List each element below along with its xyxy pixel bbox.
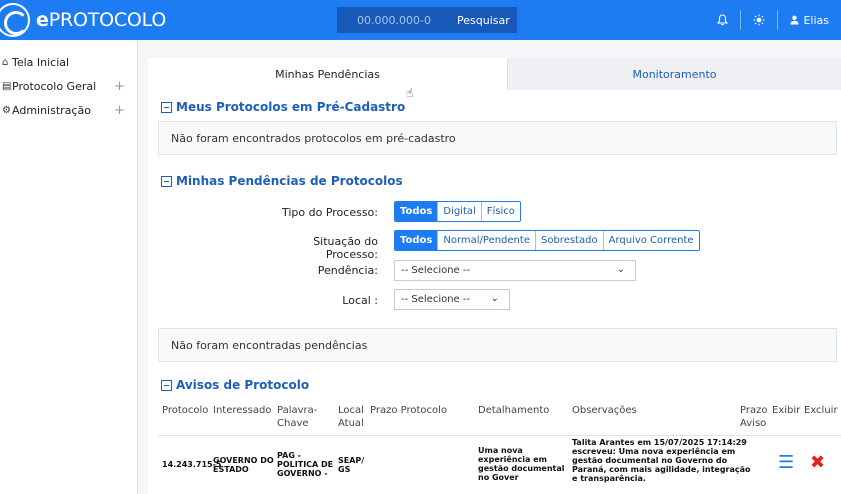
view-list-icon[interactable]: ☰	[778, 452, 794, 473]
cell-palavra-chave: PAG - POLITICA DE GOVERNO -	[277, 451, 334, 478]
col-prazo-protocolo: Prazo Protocolo	[370, 405, 448, 416]
expand-plus-icon[interactable]: +	[114, 103, 125, 118]
collapse-icon[interactable]	[161, 101, 172, 113]
section-title-text: Meus Protocolos em Pré-Cadastro	[176, 100, 406, 114]
document-icon: ▤	[2, 80, 12, 92]
situacao-todos-button[interactable]: Todos	[395, 231, 438, 250]
top-navbar: ePROTOCOLO 00.000.000-0 Pesquisar Elias	[0, 0, 841, 40]
situacao-sobrestado-button[interactable]: Sobrestado	[534, 231, 603, 250]
empty-message-text: Não foram encontrados protocolos em pré-…	[171, 131, 456, 145]
situacao-processo-toggle: Todos Normal/Pendente Sobrestado Arquivo…	[394, 230, 700, 251]
col-detalhamento: Detalhamento	[478, 405, 550, 416]
chevron-down-icon: ⌄	[490, 293, 499, 304]
sidebar-item-label: Tela Inicial	[12, 55, 70, 69]
collapse-icon[interactable]	[161, 175, 172, 187]
section-precadastro-title[interactable]: Meus Protocolos em Pré-Cadastro	[161, 100, 405, 114]
cell-interessado: GOVERNO DO ESTADO	[213, 456, 274, 474]
local-label: Local :	[342, 294, 378, 307]
home-icon: ⌂	[2, 56, 9, 68]
logo-text: ePROTOCOLO	[36, 9, 167, 31]
search-button[interactable]: Pesquisar	[451, 7, 517, 33]
situacao-normal-button[interactable]: Normal/Pendente	[437, 231, 535, 250]
user-icon	[790, 15, 799, 25]
col-exibir: Exibir	[772, 405, 801, 416]
tipo-fisico-button[interactable]: Físico	[480, 202, 520, 221]
cell-local-atual: SEAP/GS	[338, 456, 365, 474]
pendencia-select[interactable]: -- Selecione -- ⌄	[394, 260, 636, 281]
tipo-processo-toggle: Todos Digital Físico	[394, 201, 521, 222]
top-right-menu: Elias	[705, 0, 841, 40]
situacao-arquivo-button[interactable]: Arquivo Corrente	[602, 231, 699, 250]
section-title-text: Avisos de Protocolo	[176, 378, 310, 392]
section-avisos-title[interactable]: Avisos de Protocolo	[161, 378, 309, 392]
sidebar: ⌂ Tela Inicial ▤ Protocolo Geral + ⚙ Adm…	[0, 40, 138, 494]
col-local-atual: Local Atual	[338, 405, 364, 429]
local-select[interactable]: -- Selecione -- ⌄	[394, 289, 510, 310]
pendencia-label: Pendência:	[317, 264, 378, 277]
col-excluir: Excluir	[804, 405, 838, 416]
logo-mark-icon	[0, 3, 30, 37]
select-value: -- Selecione --	[401, 294, 471, 305]
pendencias-empty-message: Não foram encontradas pendências	[158, 328, 837, 362]
precadastro-empty-message: Não foram encontrados protocolos em pré-…	[158, 121, 837, 155]
cell-observacoes: Talita Arantes em 15/07/2025 17:14:29 esc…	[572, 438, 751, 483]
section-pendencias-title[interactable]: Minhas Pendências de Protocolos	[161, 174, 403, 188]
col-interessado: Interessado	[213, 405, 272, 416]
sidebar-item-tela-inicial[interactable]: ⌂ Tela Inicial	[0, 50, 137, 74]
tipo-processo-label: Tipo do Processo:	[281, 206, 378, 219]
sun-icon	[753, 14, 765, 26]
situacao-processo-label: Situação do Processo:	[313, 235, 378, 261]
protocol-search-input[interactable]: 00.000.000-0	[337, 7, 451, 33]
user-name: Elias	[803, 13, 829, 27]
main-content: Minhas Pendências Monitoramento ☝ Meus P…	[148, 58, 841, 494]
col-palavra-chave: Palavra- Chave	[277, 405, 318, 429]
section-title-text: Minhas Pendências de Protocolos	[176, 174, 403, 188]
chevron-down-icon: ⌄	[616, 264, 625, 275]
sidebar-item-administracao[interactable]: ⚙ Administração +	[0, 98, 137, 122]
theme-toggle-button[interactable]	[740, 10, 777, 30]
table-header-divider	[158, 435, 841, 436]
tab-monitoramento[interactable]: Monitoramento	[507, 58, 841, 90]
user-menu[interactable]: Elias	[777, 10, 841, 30]
empty-message-text: Não foram encontradas pendências	[171, 338, 368, 352]
cell-detalhamento: Uma nova experiência em gestão documental n…	[478, 446, 565, 482]
col-prazo-aviso: Prazo Aviso	[740, 405, 768, 429]
sidebar-item-label: Administração	[12, 103, 91, 117]
select-value: -- Selecione --	[401, 265, 471, 276]
collapse-icon[interactable]	[161, 379, 172, 391]
hand-cursor-icon: ☝	[406, 86, 414, 100]
bell-icon	[717, 14, 729, 26]
tab-minhas-pendencias[interactable]: Minhas Pendências	[148, 58, 507, 90]
col-observacoes: Observações	[572, 405, 637, 416]
settings-icon: ⚙	[2, 104, 11, 116]
sidebar-item-protocolo-geral[interactable]: ▤ Protocolo Geral +	[0, 74, 137, 98]
delete-x-icon[interactable]: ✖	[810, 452, 825, 473]
app-logo[interactable]: ePROTOCOLO	[0, 3, 167, 37]
expand-plus-icon[interactable]: +	[114, 79, 125, 94]
col-protocolo: Protocolo	[162, 405, 209, 416]
sidebar-item-label: Protocolo Geral	[12, 79, 97, 93]
tab-bar: Minhas Pendências Monitoramento	[148, 58, 841, 90]
tipo-todos-button[interactable]: Todos	[395, 202, 438, 221]
tipo-digital-button[interactable]: Digital	[437, 202, 481, 221]
notifications-button[interactable]	[705, 10, 740, 30]
